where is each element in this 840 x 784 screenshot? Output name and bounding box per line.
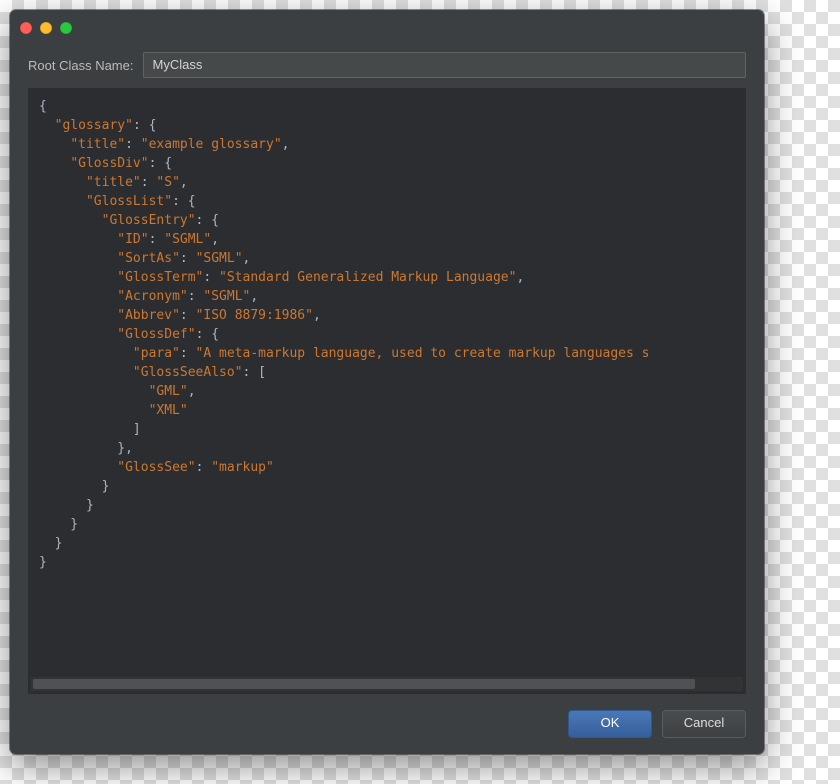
- close-icon[interactable]: [20, 22, 32, 34]
- minimize-icon[interactable]: [40, 22, 52, 34]
- horizontal-scrollbar[interactable]: [31, 676, 743, 691]
- transparent-background: Root Class Name: { "glossary": { "title"…: [0, 0, 840, 784]
- button-row: OK Cancel: [10, 700, 764, 754]
- root-class-row: Root Class Name:: [10, 42, 764, 88]
- ok-button[interactable]: OK: [568, 710, 652, 738]
- horizontal-scrollbar-thumb[interactable]: [33, 679, 695, 689]
- cancel-button[interactable]: Cancel: [662, 710, 746, 738]
- zoom-icon[interactable]: [60, 22, 72, 34]
- root-class-input[interactable]: [143, 52, 746, 78]
- editor-wrap: { "glossary": { "title": "example glossa…: [28, 88, 746, 694]
- code-editor[interactable]: { "glossary": { "title": "example glossa…: [29, 89, 745, 676]
- dialog-window: Root Class Name: { "glossary": { "title"…: [10, 10, 764, 754]
- root-class-label: Root Class Name:: [28, 58, 133, 73]
- titlebar: [10, 10, 764, 42]
